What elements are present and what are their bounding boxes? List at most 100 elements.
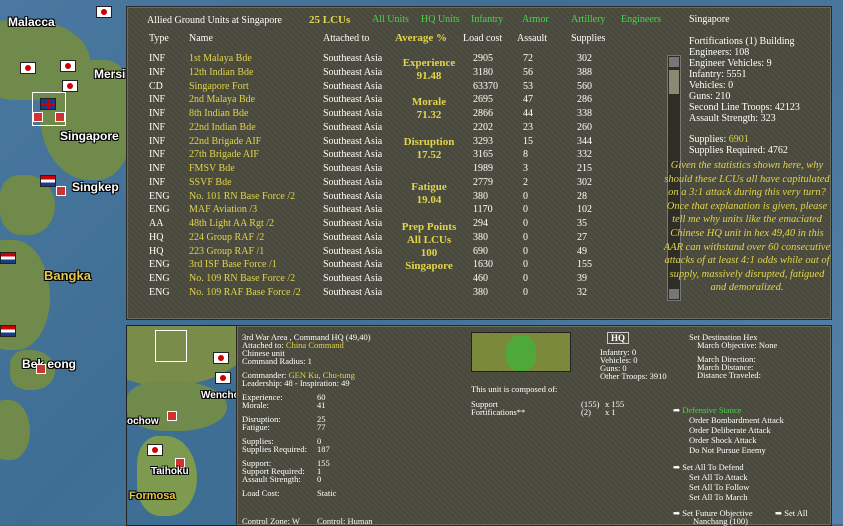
unit-attached: Southeast Asia (323, 80, 383, 92)
unit-attached: Southeast Asia (323, 94, 383, 106)
table-row[interactable]: INF 12th Indian Bde Southeast Asia 3180 56 38… (127, 67, 647, 81)
japanese-unit-flag[interactable] (215, 372, 231, 384)
morale-value: 41 (317, 400, 326, 410)
unit-supplies: 302 (577, 53, 592, 64)
unit-load-cost: 3293 (473, 135, 493, 147)
unit-name[interactable]: 223 Group RAF /1 (189, 246, 264, 257)
stat-fortifications: Fortifications (1) Building (689, 36, 795, 47)
filter-hq-units[interactable]: HQ Units (421, 14, 460, 25)
col-header-name[interactable]: Name (189, 33, 213, 44)
unit-name[interactable]: 22nd Indian Bde (189, 122, 256, 133)
unit-detail-panel: 3rd War Area , Command HQ (49,40) Attach… (236, 325, 832, 526)
col-header-supplies[interactable]: Supplies (571, 33, 605, 44)
unit-name[interactable]: SSVF Bde (189, 177, 232, 188)
table-row[interactable]: ENG 3rd ISF Base Force /1 Southeast Asia 16… (127, 259, 647, 273)
unit-supplies: 286 (577, 94, 592, 106)
comp-row-fort-name[interactable]: Fortifications** (471, 407, 525, 417)
japanese-unit-flag[interactable] (213, 352, 229, 364)
unit-load-cost: 2695 (473, 94, 493, 106)
table-row[interactable]: ENG No. 101 RN Base Force /2 Southeast Asi… (127, 191, 647, 205)
unit-name[interactable]: No. 109 RAF Base Force /2 (189, 287, 301, 298)
filter-armor[interactable]: Armor (522, 14, 549, 25)
col-header-load[interactable]: Load cost (463, 33, 502, 44)
unit-name[interactable]: No. 101 RN Base Force /2 (189, 191, 295, 202)
unit-name[interactable]: Singapore Fort (189, 81, 249, 92)
set-all-march-button[interactable]: Set All To March (689, 492, 748, 502)
table-row[interactable]: INF 22nd Brigade AIF Southeast Asia 3293 15 3… (127, 136, 647, 150)
unit-name[interactable]: 3rd ISF Base Force /1 (189, 259, 277, 270)
unit-name[interactable]: 12th Indian Bde (189, 67, 253, 78)
japanese-unit-flag[interactable] (96, 6, 112, 18)
unit-assault: 0 (523, 204, 528, 216)
table-row[interactable]: ENG No. 109 RAF Base Force /2 Southeast As… (127, 287, 647, 301)
minimap[interactable]: Wenchow ochow Taihoku Formosa (126, 325, 238, 526)
load-cost-label: Load Cost: (242, 488, 280, 498)
unit-name[interactable]: 1st Malaya Bde (189, 53, 252, 64)
prep-points: Prep Points All LCUs 100 Singapore (401, 221, 457, 272)
set-all-attack-button[interactable]: Set All To Attack (689, 472, 748, 482)
order-deliberate-option[interactable]: Order Deliberate Attack (689, 425, 771, 435)
table-row[interactable]: INF 1st Malaya Bde Southeast Asia 2905 72 302 (127, 53, 647, 67)
unit-load-cost: 2866 (473, 108, 493, 119)
unit-name[interactable]: No. 109 RN Base Force /2 (189, 273, 295, 284)
table-row[interactable]: AA 48th Light AA Rgt /2 Southeast Asia 294 0… (127, 218, 647, 232)
unit-name[interactable]: 27th Brigade AIF (189, 149, 259, 160)
col-header-assault[interactable]: Assault (517, 33, 547, 44)
table-row[interactable]: INF SSVF Bde Southeast Asia 2779 2 302 (127, 177, 647, 191)
dutch-unit-flag[interactable] (0, 252, 16, 264)
unit-attached: Southeast Asia (323, 231, 383, 243)
unit-attached: Southeast Asia (323, 66, 383, 78)
scrollbar-thumb[interactable] (669, 70, 679, 94)
table-row[interactable]: HQ 223 Group RAF /1 Southeast Asia 690 0 49 (127, 246, 647, 260)
unit-attached: Southeast Asia (323, 121, 383, 133)
table-row[interactable]: ENG MAF Aviation /3 Southeast Asia 1170 0 102 (127, 204, 647, 218)
selected-hex[interactable] (155, 330, 187, 362)
table-row[interactable]: INF FMSV Bde Southeast Asia 1989 3 215 (127, 163, 647, 177)
order-bombardment-option[interactable]: Order Bombardment Attack (689, 415, 784, 425)
supplies-required-value: 187 (317, 444, 330, 454)
unit-name[interactable]: 48th Light AA Rgt /2 (189, 218, 274, 229)
dutch-unit-flag[interactable] (40, 175, 56, 187)
unit-name[interactable]: 22nd Brigade AIF (189, 136, 261, 147)
unit-assault: 47 (523, 94, 533, 106)
british-unit-flag[interactable] (40, 98, 56, 110)
filter-engineers[interactable]: Engineers (621, 14, 661, 25)
unit-assault: 3 (523, 163, 528, 174)
order-shock-option[interactable]: Order Shock Attack (689, 435, 757, 445)
filter-artillery[interactable]: Artillery (571, 14, 605, 25)
control-mode[interactable]: Control: Human (317, 516, 372, 526)
unit-name[interactable]: FMSV Bde (189, 163, 235, 174)
table-row[interactable]: CD Singapore Fort Southeast Asia 63370 53 560 (127, 81, 647, 95)
set-all-follow-button[interactable]: Set All To Follow (689, 482, 749, 492)
unit-name[interactable]: 8th Indian Bde (189, 108, 248, 119)
location-name: Singapore (689, 14, 730, 25)
unit-attached: Southeast Asia (323, 149, 383, 161)
japanese-unit-flag[interactable] (147, 444, 163, 456)
table-row[interactable]: INF 27th Brigade AIF Southeast Asia 3165 8 33… (127, 149, 647, 163)
map-label-mersi: Mersi (94, 67, 126, 81)
unit-attached: Southeast Asia (323, 273, 383, 284)
unit-name[interactable]: MAF Aviation /3 (189, 204, 257, 215)
unit-name[interactable]: 2nd Malaya Bde (189, 94, 255, 105)
table-row[interactable]: INF 8th Indian Bde Southeast Asia 2866 44 338 (127, 108, 647, 122)
scroll-up-arrow-icon[interactable] (669, 57, 679, 67)
table-row[interactable]: HQ 224 Group RAF /2 Southeast Asia 380 0 27 (127, 232, 647, 246)
commander-portrait[interactable] (471, 332, 571, 372)
filter-infantry[interactable]: Infantry (471, 14, 503, 25)
japanese-unit-flag[interactable] (62, 80, 78, 92)
table-row[interactable]: ENG No. 109 RN Base Force /2 Southeast Asi… (127, 273, 647, 287)
col-header-type[interactable]: Type (149, 33, 169, 44)
dutch-unit-flag[interactable] (0, 325, 16, 337)
unit-type: ENG (149, 204, 170, 216)
unit-supplies: 35 (577, 218, 587, 229)
japanese-unit-flag[interactable] (60, 60, 76, 72)
table-row[interactable]: INF 22nd Indian Bde Southeast Asia 2202 23 26… (127, 122, 647, 136)
unit-name[interactable]: 224 Group RAF /2 (189, 232, 264, 243)
japanese-unit-flag[interactable] (20, 62, 36, 74)
set-all-button[interactable]: ➡ Set All (775, 508, 808, 519)
do-not-pursue-option[interactable]: Do Not Pursue Enemy (689, 445, 766, 455)
filter-all-units[interactable]: All Units (372, 14, 409, 25)
unit-type: INF (149, 135, 166, 147)
col-header-attached[interactable]: Attached to (323, 33, 369, 44)
table-row[interactable]: INF 2nd Malaya Bde Southeast Asia 2695 47 286 (127, 94, 647, 108)
